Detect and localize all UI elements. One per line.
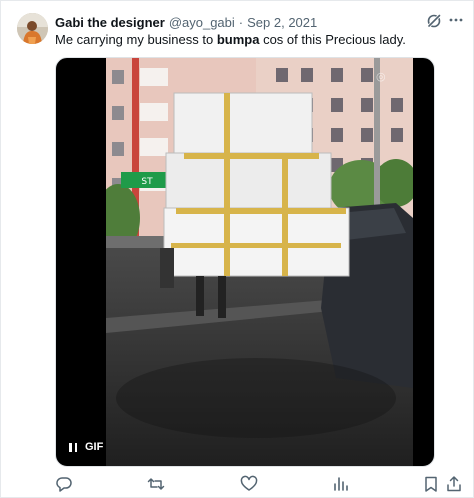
share-icon[interactable] bbox=[445, 475, 463, 493]
views-icon[interactable] bbox=[332, 475, 350, 493]
separator-dot: · bbox=[238, 14, 244, 30]
tweet-text: Me carrying my business to bumpa cos of … bbox=[55, 31, 457, 48]
more-options-icon[interactable] bbox=[448, 11, 464, 29]
tweet-text-part: cos of this Precious lady. bbox=[259, 32, 406, 47]
gif-scene: ST ◎ bbox=[106, 58, 413, 466]
retweet-icon[interactable] bbox=[147, 475, 165, 493]
avatar[interactable] bbox=[17, 13, 48, 44]
author-handle[interactable]: @ayo_gabi bbox=[169, 15, 235, 30]
reply-icon[interactable] bbox=[55, 475, 73, 493]
action-bar bbox=[55, 475, 461, 493]
avatar-image bbox=[17, 13, 48, 44]
gif-badge: GIF bbox=[85, 441, 104, 453]
tweet-header: Gabi the designer @ayo_gabi · Sep 2, 202… bbox=[55, 13, 443, 31]
pause-icon[interactable] bbox=[69, 442, 77, 452]
gif-media[interactable]: ST ◎ GIF bbox=[55, 57, 435, 467]
gif-frame: ST ◎ bbox=[106, 58, 413, 466]
like-icon[interactable] bbox=[240, 475, 258, 493]
tweet-text-bold: bumpa bbox=[216, 32, 260, 47]
tweet-date[interactable]: Sep 2, 2021 bbox=[247, 15, 317, 30]
tweet-text-part: Me carrying my business to bbox=[55, 32, 217, 47]
grok-icon[interactable] bbox=[425, 12, 443, 30]
gif-controls[interactable]: GIF bbox=[69, 441, 103, 453]
tweet-card[interactable]: Gabi the designer @ayo_gabi · Sep 2, 202… bbox=[0, 0, 474, 498]
bookmark-icon[interactable] bbox=[422, 475, 440, 493]
author-name[interactable]: Gabi the designer bbox=[55, 15, 165, 30]
watermark: ◎ bbox=[376, 70, 386, 83]
street-sign: ST bbox=[141, 177, 153, 187]
